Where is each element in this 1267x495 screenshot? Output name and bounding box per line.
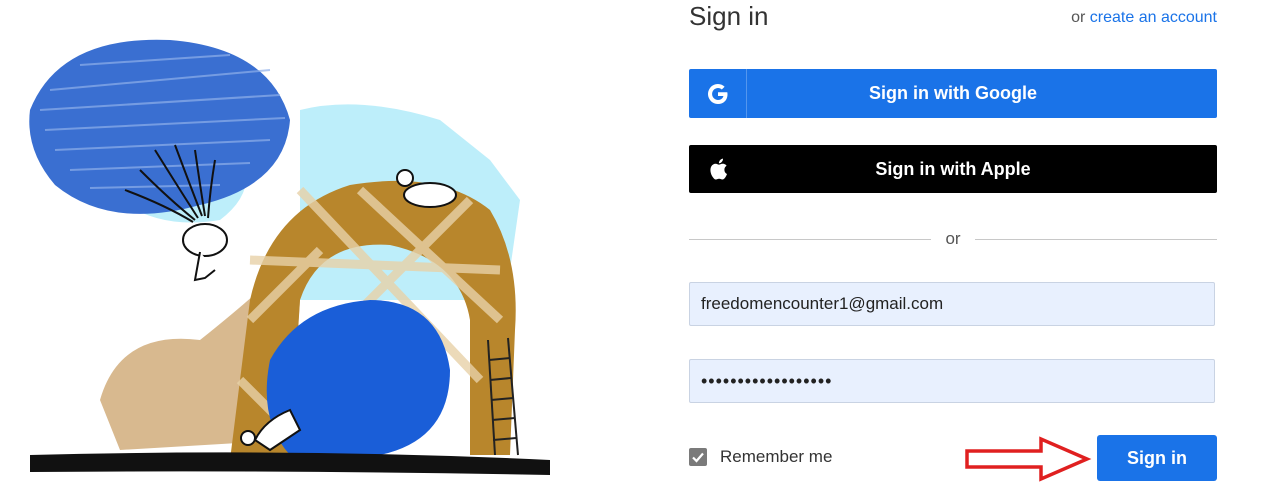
remember-me-checkbox[interactable]: Remember me [689,447,832,467]
email-value: freedomencounter1@gmail.com [701,294,944,313]
google-button-label: Sign in with Google [869,83,1037,103]
apple-button-label: Sign in with Apple [875,158,1031,179]
email-field[interactable]: freedomencounter1@gmail.com [689,282,1215,326]
page-title: Sign in [689,1,769,31]
sign-in-submit-label: Sign in [1127,447,1187,468]
sign-in-panel: Sign in or create an account Sign in wit… [689,0,1217,495]
divider-line-left [689,238,932,240]
create-account-link[interactable]: create an account [1090,9,1217,26]
or-divider: or [689,226,1217,252]
apple-sign-in-button[interactable]: Sign in with Apple [689,145,1217,193]
remember-me-label: Remember me [720,447,833,466]
password-value: •••••••••••••••••• [701,370,833,391]
red-arrow-icon [963,433,1093,490]
sign-in-submit-button[interactable]: Sign in [1097,435,1217,481]
create-account-line: or create an account [1071,9,1217,27]
google-sign-in-button[interactable]: Sign in with Google [689,69,1217,118]
password-field[interactable]: •••••••••••••••••• [689,359,1215,403]
divider-label: or [945,229,961,248]
google-g-icon [689,69,747,118]
apple-logo-icon [689,145,746,193]
checkmark-icon [689,448,707,466]
hero-illustration [0,0,600,495]
divider-line-right [974,238,1217,240]
create-account-prefix: or [1071,9,1086,26]
